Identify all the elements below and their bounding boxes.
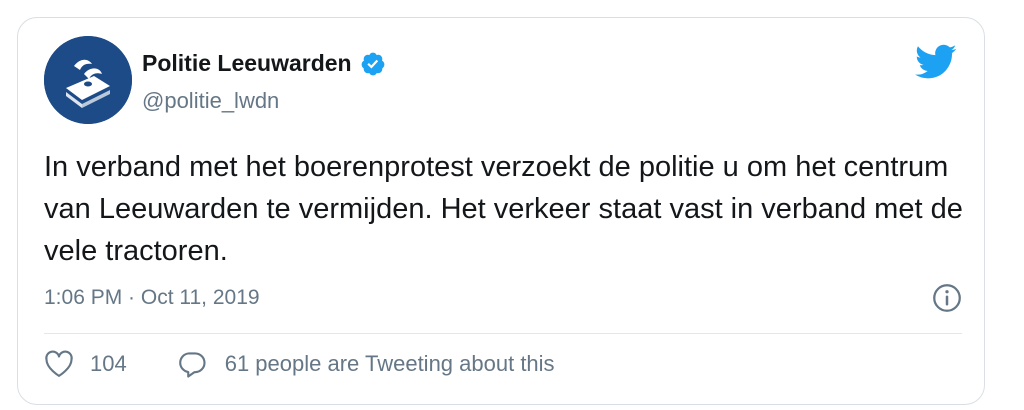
heart-icon <box>45 350 73 377</box>
tweet-card[interactable]: Politie Leeuwarden @politie_lwdn In verb… <box>17 17 985 405</box>
info-icon[interactable] <box>932 283 962 313</box>
divider <box>44 333 962 334</box>
display-name[interactable]: Politie Leeuwarden <box>142 50 352 77</box>
user-handle[interactable]: @politie_lwdn <box>142 88 279 114</box>
tweet-timestamp[interactable]: 1:06 PM · Oct 11, 2019 <box>44 286 260 310</box>
police-logo-icon <box>44 36 132 124</box>
tweet-meta-row: 1:06 PM · Oct 11, 2019 <box>44 283 962 313</box>
author-name-row[interactable]: Politie Leeuwarden <box>142 50 386 77</box>
like-count: 104 <box>90 351 127 376</box>
verified-badge-icon <box>361 52 384 75</box>
tweet-actions: 104 61 people are Tweeting about this <box>44 350 555 378</box>
tweet-text: In verband met het boerenprotest verzoek… <box>44 151 963 267</box>
reply-button[interactable]: 61 people are Tweeting about this <box>177 350 555 378</box>
twitter-bird-icon[interactable] <box>915 44 957 80</box>
tweeting-about-this-link: 61 people are Tweeting about this <box>224 351 555 376</box>
profile-avatar[interactable] <box>44 36 132 124</box>
speech-bubble-icon <box>178 352 206 378</box>
like-button[interactable]: 104 <box>44 350 127 378</box>
